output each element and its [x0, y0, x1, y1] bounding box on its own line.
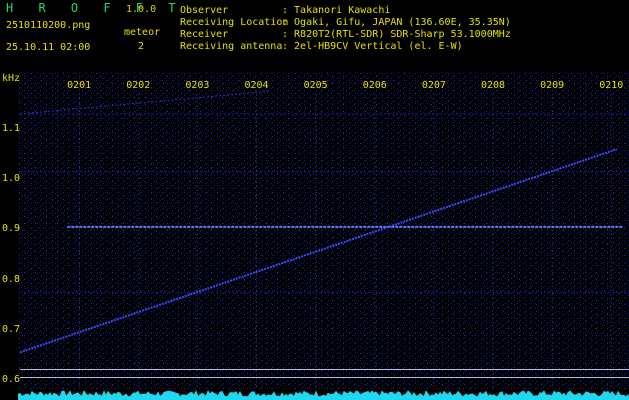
x-tick-label: 0201 — [67, 80, 92, 91]
antenna-value: : 2el-HB9CV Vertical (el. E-W) — [282, 41, 463, 52]
x-tick-label: 0206 — [362, 80, 387, 91]
app-title: H R O F F T — [6, 1, 185, 15]
x-tick-label: 0209 — [540, 80, 565, 91]
x-tick-label: 0210 — [599, 80, 624, 91]
receiver-value: : R820T2(RTL-SDR) SDR-Sharp 53.1000MHz — [282, 29, 511, 40]
y-tick-label: 1.0 — [2, 173, 21, 185]
x-tick-label: 0207 — [421, 80, 446, 91]
antenna-label: Receiving antenna — [180, 41, 283, 52]
x-tick-label: 0204 — [244, 80, 269, 91]
datetime: 25.10.11 02:00 — [6, 42, 91, 53]
meteor-label: meteor — [124, 27, 161, 38]
amplitude-baseline — [17, 389, 629, 400]
file-name: 2510110200.png — [6, 20, 91, 31]
header-panel: H R O F F T 1.0.0 2510110200.png meteor … — [0, 0, 629, 72]
spectrogram — [17, 72, 629, 400]
y-tick-label: 0.9 — [2, 223, 21, 235]
y-unit-label: kHz — [2, 73, 21, 84]
x-tick-label: 0208 — [481, 80, 506, 91]
receiver-label: Receiver — [180, 29, 229, 40]
y-tick-label: 0.6 — [2, 374, 21, 385]
noise-floor-sparse — [18, 72, 629, 390]
location-label: Receiving Location — [180, 17, 289, 28]
observer-value: : Takanori Kawachi — [282, 5, 391, 16]
meteor-count: 2 — [138, 41, 145, 52]
x-tick-label: 0205 — [303, 80, 328, 91]
location-value: : Ogaki, Gifu, JAPAN (136.60E, 35.35N) — [282, 17, 511, 28]
app-version: 1.0.0 — [126, 4, 157, 15]
observer-label: Observer — [180, 5, 229, 16]
y-tick-label: 0.8 — [2, 273, 21, 285]
x-tick-label: 0202 — [126, 80, 151, 91]
y-tick-label: 0.7 — [2, 323, 21, 335]
x-tick-label: 0203 — [185, 80, 210, 91]
y-tick-label: 1.1 — [2, 123, 21, 134]
